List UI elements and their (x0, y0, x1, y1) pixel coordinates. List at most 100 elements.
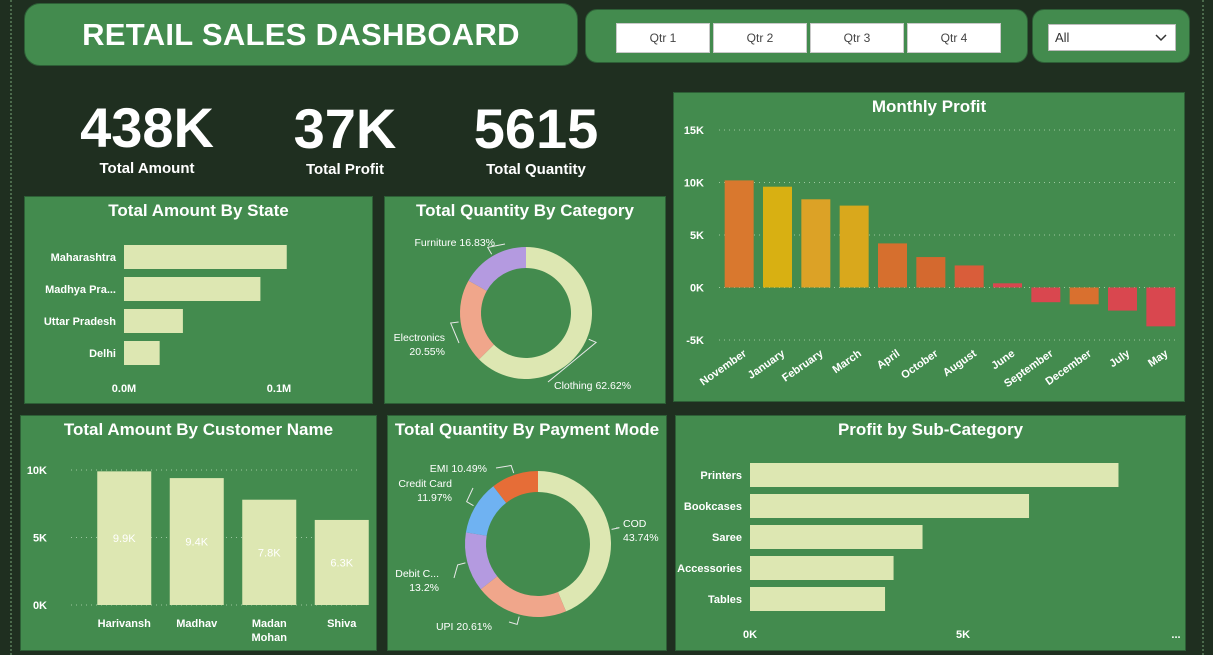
category-label: Tables (708, 594, 742, 606)
leader-line (453, 562, 466, 579)
bar (124, 341, 160, 365)
filter-slicer: All (1032, 9, 1190, 63)
category-label: Madhya Pra... (45, 284, 116, 296)
category-label: June (989, 348, 1017, 373)
slice-label: Credit Card (398, 478, 452, 490)
tick-label: -5K (686, 335, 704, 347)
kpi-label: Total Amount (99, 160, 195, 177)
kpi-value: 37K (293, 97, 397, 160)
category-chart: Total Quantity By Category Clothing 62.6… (384, 196, 666, 404)
category-label: Printers (700, 470, 742, 482)
tick-label: 10K (27, 465, 47, 477)
payment-chart: Total Quantity By Payment Mode COD 43.74%… (387, 415, 667, 651)
category-label: May (1146, 347, 1171, 370)
bar (801, 199, 831, 288)
bar (839, 205, 869, 288)
state-svg: Maharashtra Madhya Pra... Uttar Pradesh Del… (44, 245, 291, 395)
category-label: Maharashtra (51, 252, 117, 264)
slice-label: UPI 20.61% (436, 621, 492, 633)
slice-label: COD (623, 518, 647, 530)
bar (763, 186, 792, 288)
bar (1108, 287, 1137, 311)
tick-label: ... (1171, 629, 1180, 641)
donut-slice (460, 280, 494, 360)
customer-svg: 0K 5K 10K 9.9K Harivansh 9.4K Madhav 7.8K Madan M… (27, 465, 369, 644)
tick-label: 10K (684, 178, 704, 190)
category-label: Accessories (677, 563, 742, 575)
category-label: Delhi (89, 348, 116, 360)
monthly-profit-chart: Monthly Profit -5K 0K 5K 10K 15K November Janu… (673, 92, 1185, 402)
subcategory-chart: Profit by Sub-Category Printers Bookcases… (675, 415, 1186, 651)
qtr3-button[interactable]: Qtr 3 (810, 23, 904, 53)
category-label: November (698, 347, 750, 388)
tick-label: 5K (690, 230, 704, 242)
kpi-total-quantity: 5615 Total Quantity (460, 97, 612, 179)
leader-line (508, 616, 520, 625)
qtr1-button[interactable]: Qtr 1 (616, 23, 710, 53)
filter-dropdown[interactable]: All (1048, 24, 1176, 51)
category-svg: Clothing 62.62% Electronics 20.55% Furnitur… (394, 237, 631, 392)
bar (750, 525, 923, 549)
bar (916, 257, 946, 288)
category-label: February (780, 347, 826, 384)
category-label: Shiva (327, 618, 357, 630)
category-label: Madan (252, 618, 287, 630)
tick-label: 5K (956, 629, 970, 641)
bar (1146, 287, 1176, 327)
bar (1031, 287, 1061, 303)
slice-label: EMI 10.49% (430, 463, 487, 475)
bar (724, 180, 754, 288)
bar (124, 277, 261, 301)
bar (750, 463, 1119, 487)
bar (124, 245, 287, 269)
category-label: Mohan (252, 632, 288, 644)
qtr2-button[interactable]: Qtr 2 (713, 23, 807, 53)
tick-label: 15K (684, 125, 704, 137)
tick-label: 0K (33, 600, 47, 612)
chevron-down-icon (1155, 34, 1167, 42)
category-label: Saree (712, 532, 742, 544)
kpi-value: 438K (80, 96, 214, 159)
bar (750, 556, 894, 580)
bar (1069, 287, 1099, 305)
leader-line (465, 487, 474, 507)
tick-label: 0.1M (267, 383, 291, 395)
donut-slice (538, 471, 612, 612)
kpi-value: 5615 (473, 97, 599, 160)
bar (993, 283, 1022, 288)
state-chart: Total Amount By State Maharashtra Madhya … (24, 196, 373, 404)
bar (750, 494, 1030, 518)
category-label: Madhav (176, 618, 218, 630)
payment-svg: COD 43.74% UPI 20.61% Debit C... 13.2% Credit… (395, 463, 658, 633)
slice-label: Electronics (394, 332, 445, 344)
data-label: 7.8K (258, 547, 281, 559)
donut-slice (480, 576, 566, 617)
category-label: August (941, 347, 979, 379)
qtr4-button[interactable]: Qtr 4 (907, 23, 1001, 53)
category-label: Uttar Pradesh (44, 316, 116, 328)
kpi-total-amount: 438K Total Amount (72, 96, 222, 178)
slice-label: Debit C... (395, 568, 439, 580)
title-banner: RETAIL SALES DASHBOARD (24, 3, 578, 66)
subcategory-svg: Printers Bookcases Saree Accessories Tables 0… (677, 463, 1181, 641)
donut-slice (468, 247, 526, 291)
kpi-label: Total Quantity (486, 161, 586, 178)
kpi-total-profit: 37K Total Profit (275, 97, 415, 179)
category-label: October (899, 347, 941, 381)
slice-pct: 11.97% (417, 492, 452, 504)
tick-label: 0K (690, 283, 704, 295)
customer-chart: Total Amount By Customer Name 0K 5K 10K 9.9… (20, 415, 377, 651)
page-title: RETAIL SALES DASHBOARD (82, 16, 520, 52)
bar (124, 309, 183, 333)
category-label: Harivansh (98, 618, 151, 630)
dropdown-value: All (1055, 30, 1070, 45)
tick-label: 0K (743, 629, 757, 641)
tick-label: 5K (33, 533, 47, 545)
leader-line (611, 527, 620, 530)
slice-pct: 13.2% (409, 582, 439, 594)
slice-pct: 20.55% (409, 346, 445, 358)
category-label: Bookcases (684, 501, 742, 513)
data-label: 6.3K (330, 557, 353, 569)
category-label: April (875, 348, 902, 372)
kpi-label: Total Profit (305, 161, 385, 178)
